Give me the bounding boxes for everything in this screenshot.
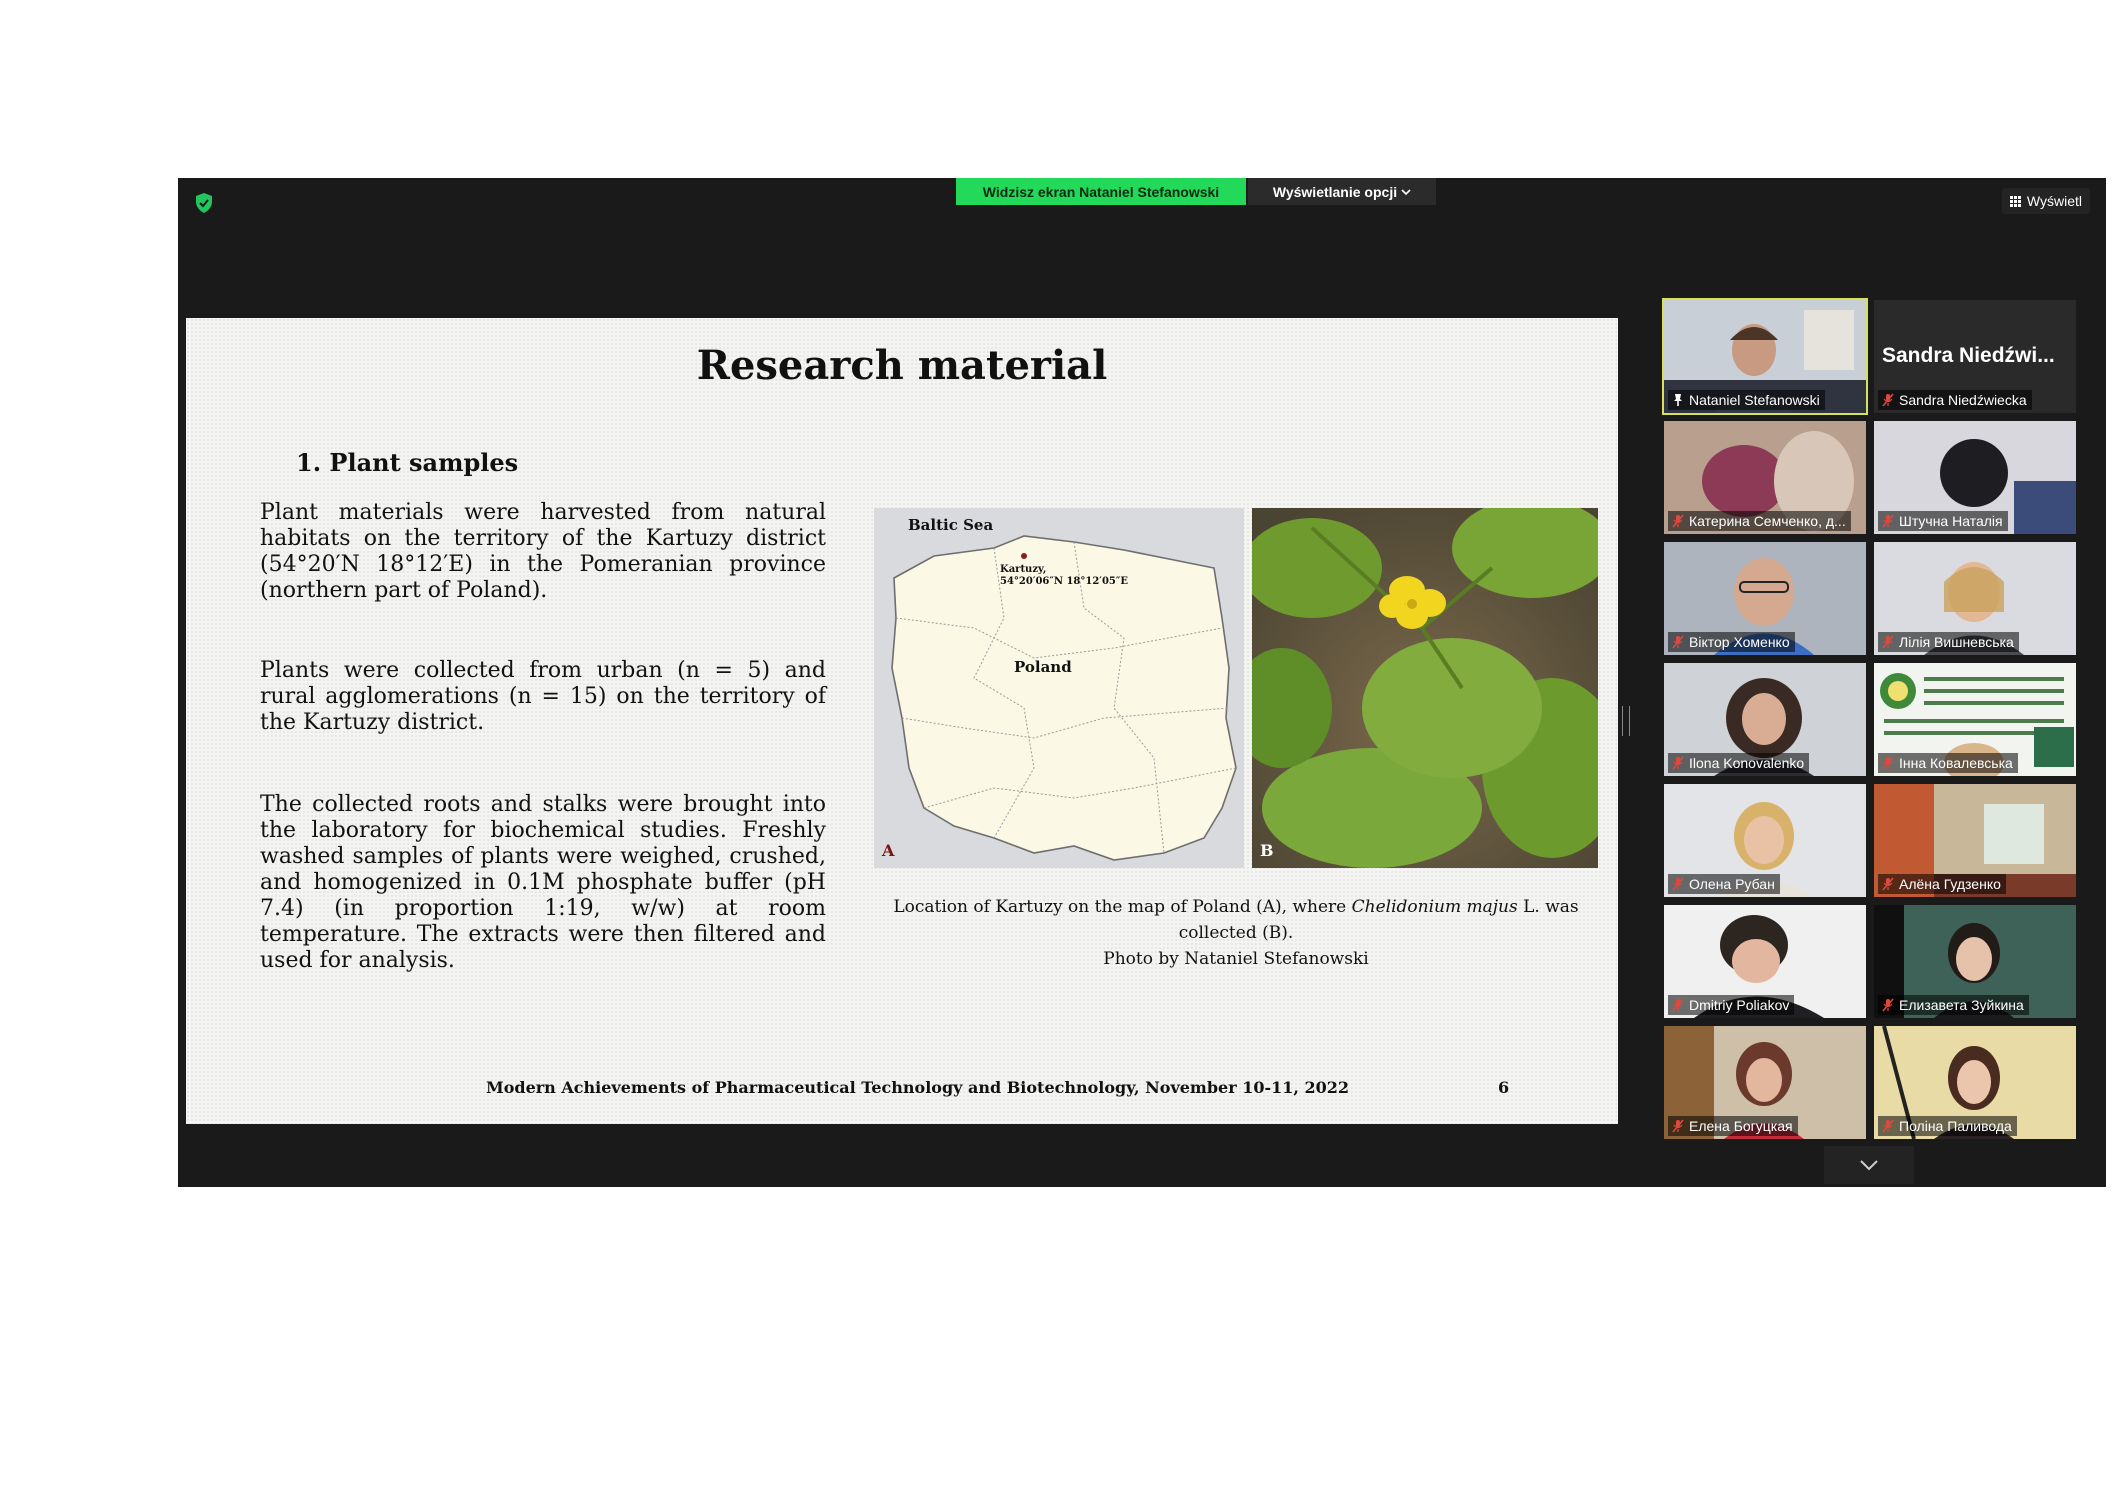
- zoom-meeting-window: Widzisz ekran Nataniel Stefanowski Wyświ…: [178, 178, 2106, 1187]
- participant-name: Елизавета Зуйкина: [1899, 997, 2024, 1013]
- participant-name-tag: Олена Рубан: [1668, 874, 1780, 894]
- participant-name-tag: Віктор Хоменко: [1668, 632, 1795, 652]
- participant-tile-elizaveta[interactable]: Елизавета Зуйкина: [1874, 905, 2076, 1018]
- muted-mic-icon: [1882, 393, 1894, 407]
- participant-name-tag: Dmitriy Poliakov: [1668, 995, 1795, 1015]
- gallery-view-button[interactable]: Wyświetl: [2001, 188, 2090, 214]
- participant-name: Sandra Niedźwiecka: [1899, 392, 2027, 408]
- participant-tile-ilona[interactable]: Ilona Konovalenko: [1664, 663, 1866, 776]
- map-sea-label: Baltic Sea: [908, 516, 994, 534]
- participant-tile-polina[interactable]: Поліна Паливода: [1874, 1026, 2076, 1139]
- shared-slide: Research material 1. Plant samples Plant…: [186, 318, 1618, 1124]
- screen-share-banner: Widzisz ekran Nataniel Stefanowski: [956, 178, 1246, 205]
- participant-tile-nataniel[interactable]: Nataniel Stefanowski: [1662, 298, 1868, 415]
- slide-page-number: 6: [1498, 1078, 1510, 1097]
- participant-tile-olena[interactable]: Олена Рубан: [1664, 784, 1866, 897]
- paragraph-1: Plant materials were harvested from natu…: [260, 500, 826, 603]
- muted-mic-icon: [1882, 514, 1894, 528]
- muted-mic-icon: [1882, 756, 1894, 770]
- chevron-down-icon: [1401, 188, 1411, 195]
- participant-tile-alena[interactable]: Алёна Гудзенко: [1874, 784, 2076, 897]
- security-shield-icon[interactable]: [194, 192, 214, 214]
- gallery-scroll-down-button[interactable]: [1824, 1146, 1914, 1184]
- map-coords-label: 54°20′06″N 18°12′05″E: [1000, 576, 1128, 587]
- participant-name: Елена Богуцкая: [1689, 1118, 1793, 1134]
- slide-footer: Modern Achievements of Pharmaceutical Te…: [486, 1078, 1350, 1097]
- participant-name-tag: Поліна Паливода: [1878, 1116, 2017, 1136]
- participant-name: Ilona Konovalenko: [1689, 755, 1805, 771]
- participant-tile-inna[interactable]: Інна Ковалевська: [1874, 663, 2076, 776]
- participant-tile-viktor[interactable]: Віктор Хоменко: [1664, 542, 1866, 655]
- participant-tile-natalia[interactable]: Штучна Наталія: [1874, 421, 2076, 534]
- view-options-label: Wyświetlanie opcji: [1272, 183, 1398, 200]
- view-button-label: Wyświetl: [2026, 193, 2082, 209]
- participant-tile-dmitriy[interactable]: Dmitriy Poliakov: [1664, 905, 1866, 1018]
- pin-icon: [1674, 394, 1682, 406]
- participant-name-tag: Nataniel Stefanowski: [1668, 390, 1825, 410]
- participant-name-tag: Ilona Konovalenko: [1668, 753, 1810, 773]
- grid-icon: [2009, 195, 2021, 207]
- muted-mic-icon: [1672, 514, 1684, 528]
- muted-mic-icon: [1882, 635, 1894, 649]
- participant-tile-kateryna[interactable]: Катерина Семченко, д...: [1664, 421, 1866, 534]
- participant-name: Лілія Вишневська: [1899, 634, 2014, 650]
- participant-tile-sandra[interactable]: Sandra Niedźwi... Sandra Niedźwiecka: [1874, 300, 2076, 413]
- participant-name: Dmitriy Poliakov: [1689, 997, 1790, 1013]
- participant-name: Поліна Паливода: [1899, 1118, 2012, 1134]
- participant-name-tag: Лілія Вишневська: [1878, 632, 2019, 652]
- participant-name: Алёна Гудзенко: [1899, 876, 2001, 892]
- participant-name: Інна Ковалевська: [1899, 755, 2013, 771]
- poland-map: Baltic Sea Kartuzy, 54°20′06″N 18°12′05″…: [874, 508, 1244, 868]
- caption-line-1-start: Location of Kartuzy on the map of Poland…: [893, 897, 1352, 917]
- muted-mic-icon: [1882, 1119, 1894, 1133]
- map-panel-label: A: [882, 841, 895, 860]
- section-heading: 1. Plant samples: [296, 448, 519, 477]
- participant-name-tag: Елизавета Зуйкина: [1878, 995, 2029, 1015]
- panel-resize-handle[interactable]: [1622, 706, 1630, 736]
- participant-name: Віктор Хоменко: [1689, 634, 1790, 650]
- caption-species-name: Chelidonium majus: [1351, 897, 1518, 917]
- participant-name: Катерина Семченко, д...: [1689, 513, 1846, 529]
- participant-name-tag: Алёна Гудзенко: [1878, 874, 2006, 894]
- participant-name: Nataniel Stefanowski: [1689, 392, 1820, 408]
- participant-tile-elena[interactable]: Елена Богуцкая: [1664, 1026, 1866, 1139]
- participant-name-tag: Штучна Наталія: [1878, 511, 2008, 531]
- photo-panel-label: B: [1260, 841, 1274, 860]
- figure-caption: Location of Kartuzy on the map of Poland…: [886, 894, 1586, 972]
- participant-name-tag: Інна Ковалевська: [1878, 753, 2018, 773]
- participant-name-tag: Елена Богуцкая: [1668, 1116, 1798, 1136]
- participant-name: Олена Рубан: [1689, 876, 1775, 892]
- plant-photo: B: [1252, 508, 1598, 868]
- caption-line-1: Location of Kartuzy on the map of Poland…: [886, 894, 1586, 946]
- participant-name-tag: Катерина Семченко, д...: [1668, 511, 1851, 531]
- map-graphic: [874, 508, 1244, 868]
- map-city-label: Kartuzy,: [1000, 564, 1047, 575]
- participant-name-tag: Sandra Niedźwiecka: [1878, 390, 2032, 410]
- participant-name: Штучна Наталія: [1899, 513, 2003, 529]
- plant-photo-graphic: [1252, 508, 1598, 868]
- caption-line-2: Photo by Nataniel Stefanowski: [1103, 949, 1369, 969]
- muted-mic-icon: [1882, 877, 1894, 891]
- participant-tile-liliia[interactable]: Лілія Вишневська: [1874, 542, 2076, 655]
- participant-display-name: Sandra Niedźwi...: [1882, 344, 2055, 367]
- paragraph-2: Plants were collected from urban (n = 5)…: [260, 658, 826, 735]
- muted-mic-icon: [1672, 1119, 1684, 1133]
- map-country-label: Poland: [1014, 658, 1072, 676]
- muted-mic-icon: [1672, 635, 1684, 649]
- paragraph-3: The collected roots and stalks were brou…: [260, 792, 826, 973]
- muted-mic-icon: [1672, 998, 1684, 1012]
- chevron-down-icon: [1860, 1160, 1878, 1171]
- view-options-button[interactable]: Wyświetlanie opcji: [1248, 178, 1436, 205]
- muted-mic-icon: [1882, 998, 1894, 1012]
- slide-title: Research material: [696, 342, 1108, 389]
- muted-mic-icon: [1672, 877, 1684, 891]
- muted-mic-icon: [1672, 756, 1684, 770]
